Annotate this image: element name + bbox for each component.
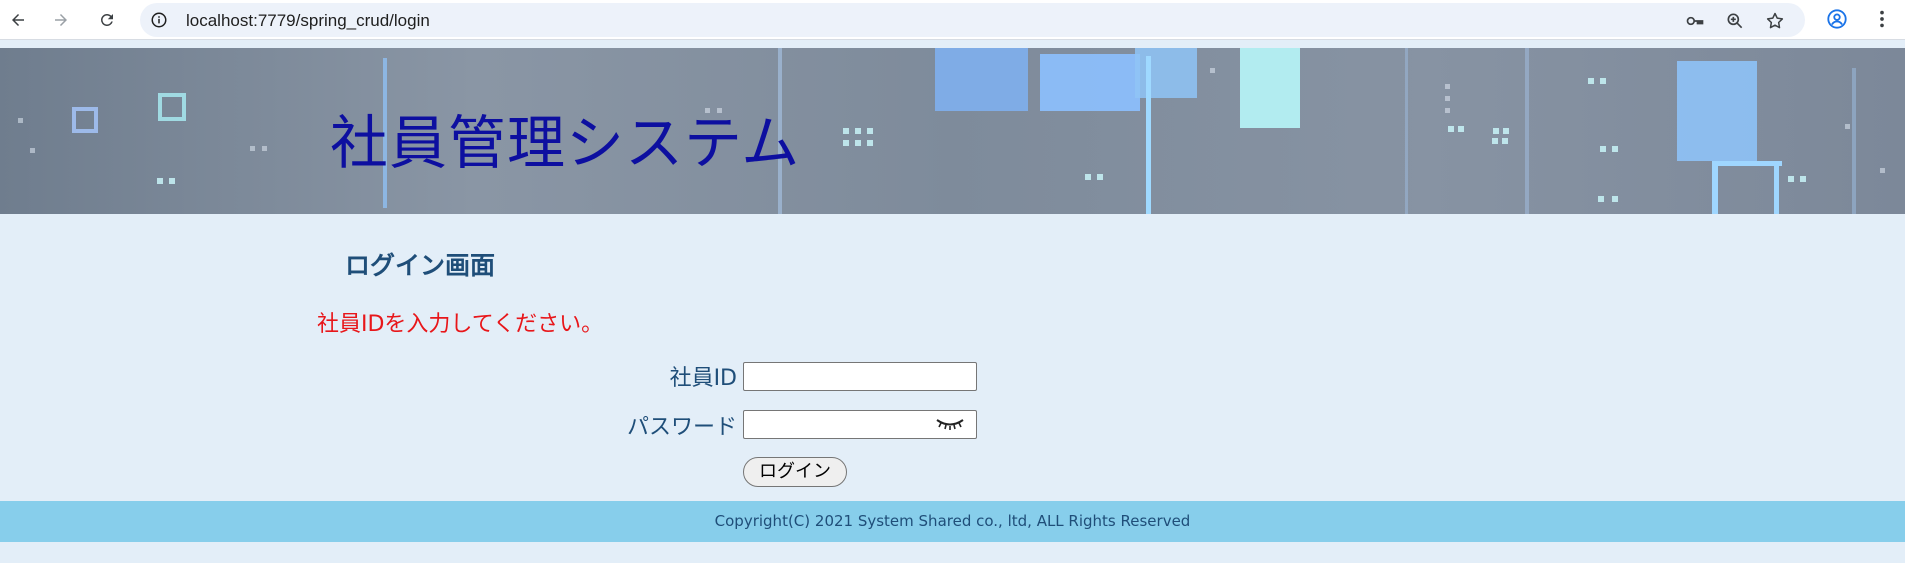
key-icon[interactable]: [1685, 11, 1705, 31]
header-banner: 社員管理システム: [0, 48, 1905, 214]
address-bar[interactable]: localhost:7779/spring_crud/login: [140, 3, 1805, 37]
url-text[interactable]: localhost:7779/spring_crud/login: [186, 11, 430, 31]
password-label: パスワード: [626, 415, 737, 440]
kebab-menu-icon[interactable]: [1871, 8, 1893, 30]
info-icon[interactable]: [150, 11, 168, 29]
forward-button[interactable]: [46, 5, 76, 35]
reload-button[interactable]: [92, 5, 122, 35]
employee-id-label: 社員ID: [669, 366, 737, 391]
star-icon[interactable]: [1765, 11, 1785, 31]
error-message: 社員IDを入力してください。: [317, 312, 604, 337]
circuit-background-image: [18, 48, 1885, 214]
eye-closed-icon[interactable]: [935, 415, 965, 433]
arrow-left-icon: [12, 14, 24, 26]
arrow-right-icon: [55, 14, 67, 26]
copyright-text: Copyright(C) 2021 System Shared co., ltd…: [714, 512, 1191, 530]
browser-toolbar: localhost:7779/spring_crud/login: [0, 0, 1905, 40]
reload-icon: [100, 13, 113, 26]
page-title: ログイン画面: [345, 251, 496, 280]
footer: Copyright(C) 2021 System Shared co., ltd…: [0, 501, 1905, 542]
back-button[interactable]: [3, 5, 33, 35]
system-title: 社員管理システム: [330, 109, 801, 177]
employee-id-input[interactable]: [743, 362, 977, 391]
login-panel: ログイン画面 社員IDを入力してください。 社員ID パスワード ログイン: [0, 214, 1905, 501]
profile-icon[interactable]: [1826, 8, 1848, 30]
login-button[interactable]: ログイン: [743, 457, 847, 487]
zoom-in-icon[interactable]: [1725, 11, 1745, 31]
